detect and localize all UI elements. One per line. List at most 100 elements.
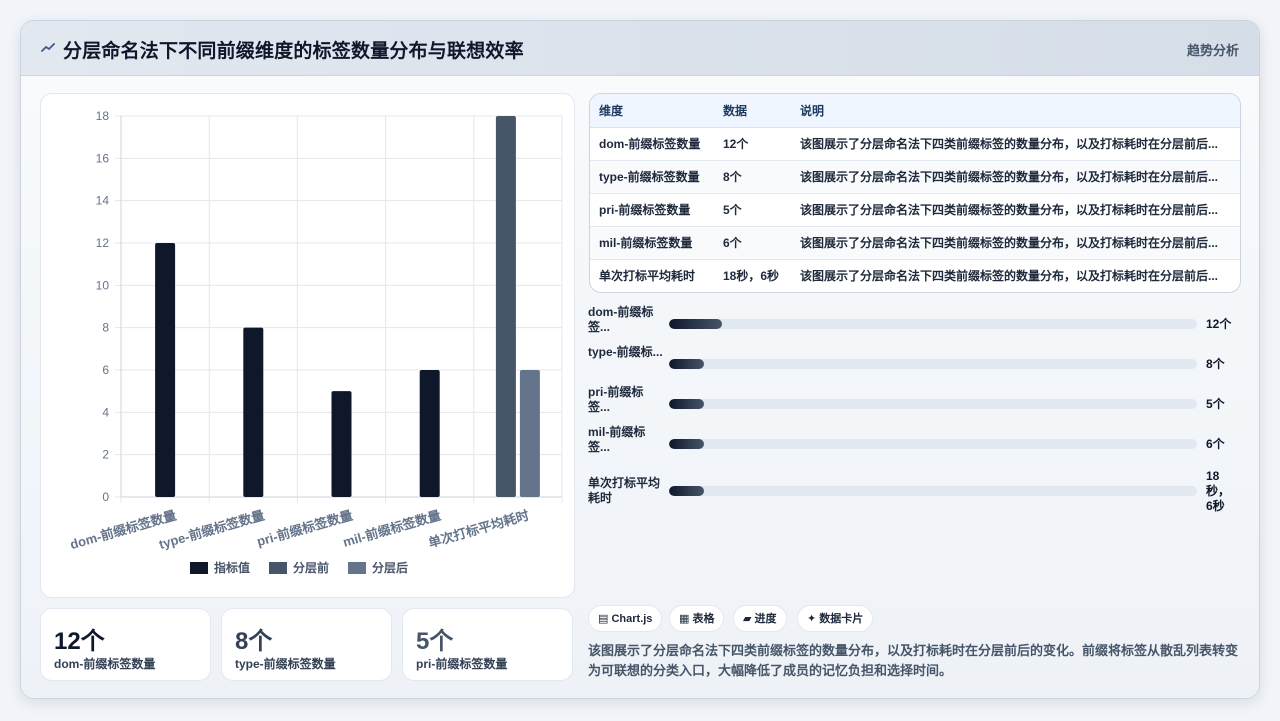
progress-value: 6个 xyxy=(1206,437,1225,451)
progress-label: mil-前缀标签... xyxy=(588,425,646,454)
progress-row: mil-前缀标签... 6个 xyxy=(588,425,1248,465)
progress-icon: ▰ xyxy=(743,613,752,625)
table-cell: 单次打标平均耗时 xyxy=(599,269,696,284)
progress-row: 单次打标平均耗时 18秒，6秒 xyxy=(588,465,1248,515)
chart-description: 该图展示了分层命名法下四类前缀标签的数量分布，以及打标耗时在分层前后的变化。前缀… xyxy=(588,643,1239,678)
table-cell: 该图展示了分层命名法下四类前缀标签的数量分布，以及打标耗时在分层前后... xyxy=(791,193,1240,227)
progress-label: dom-前缀标签... xyxy=(588,305,654,334)
y-tick-label: 14 xyxy=(96,194,110,208)
page-title: 分层命名法下不同前缀维度的标签数量分布与联想效率 xyxy=(63,41,524,62)
table-row: mil-前缀标签数量 6个 该图展示了分层命名法下四类前缀标签的数量分布，以及打… xyxy=(590,226,1240,260)
progress-track xyxy=(669,399,1197,409)
table-cell: mil-前缀标签数量 xyxy=(590,226,714,260)
progress-fill xyxy=(669,319,722,329)
table-cell: 该图展示了分层命名法下四类前缀标签的数量分布，以及打标耗时在分层前后... xyxy=(791,160,1240,194)
x-tick-label: 单次打标平均耗时 xyxy=(427,507,531,550)
stat-label: dom-前缀标签数量 xyxy=(54,657,156,671)
x-tick-label: pri-前缀标签数量 xyxy=(255,507,354,549)
trend-analysis-tag[interactable]: 趋势分析 xyxy=(1187,40,1239,59)
table-pill[interactable]: ▦ 表格 xyxy=(669,605,725,632)
y-tick-label: 12 xyxy=(96,236,110,250)
progress-track xyxy=(669,486,1197,496)
progress-value: 5个 xyxy=(1206,397,1225,411)
bar-chart-svg: 024681012141618dom-前缀标签数量type-前缀标签数量pri-… xyxy=(68,109,563,575)
table-cell: 12个 xyxy=(714,127,791,161)
pill-label: 进度 xyxy=(754,613,777,625)
progress-row: pri-前缀标签... 5个 xyxy=(588,385,1248,425)
column-header-dimension: 维度 xyxy=(590,94,714,128)
y-tick-label: 10 xyxy=(96,278,110,292)
legend-swatch xyxy=(348,562,366,574)
pill-label: 表格 xyxy=(692,613,715,625)
progress-row: dom-前缀标签... 12个 xyxy=(588,305,1248,345)
stat-card-pri: 5个 pri-前缀标签数量 xyxy=(402,608,573,681)
legend-label: 指标值 xyxy=(214,560,250,575)
legend-label: 分层后 xyxy=(372,560,408,575)
stat-label: type-前缀标签数量 xyxy=(235,657,336,671)
legend-swatch xyxy=(190,562,208,574)
bar xyxy=(243,327,264,497)
bar xyxy=(331,391,352,497)
table-cell: type-前缀标签数量 xyxy=(590,160,714,194)
y-tick-label: 16 xyxy=(96,151,110,165)
chart-icon: ▤ xyxy=(598,613,609,625)
trend-icon xyxy=(41,43,55,52)
table-cell: 18秒，6秒 xyxy=(723,269,780,284)
y-tick-label: 4 xyxy=(102,405,109,419)
bar-chart: 0 2 4 6 8 10 12 14 16 18 dom-前缀标签数量 type-前缀标签数量 pri-… xyxy=(40,93,575,598)
bar xyxy=(519,370,540,497)
stat-card-dom: 12个 dom-前缀标签数量 xyxy=(40,608,211,681)
pill-label: Chart.js xyxy=(611,613,653,625)
bar xyxy=(419,370,440,497)
legend-swatch xyxy=(269,562,287,574)
y-tick-label: 0 xyxy=(102,490,109,504)
table-header-row: 维度 数据 说明 xyxy=(590,94,1240,128)
data-table: 维度 数据 说明 dom-前缀标签数量 12个 该图展示了分层命名法下四类前缀标… xyxy=(589,93,1241,293)
chartjs-pill[interactable]: ▤ Chart.js xyxy=(588,605,663,632)
table-cell: 6个 xyxy=(714,226,791,260)
table-row: 单次打标平均耗时 18秒，6秒 该图展示了分层命名法下四类前缀标签的数量分布，以… xyxy=(590,259,1240,292)
progress-fill xyxy=(669,399,704,409)
progress-label: 单次打标平均耗时 xyxy=(588,476,661,505)
bar xyxy=(495,116,516,497)
bar xyxy=(155,243,176,497)
progress-row: type-前缀标... 8个 xyxy=(588,345,1248,385)
column-header-data: 数据 xyxy=(714,94,791,128)
stat-value: 8个 xyxy=(235,628,273,655)
table-cell: pri-前缀标签数量 xyxy=(590,193,714,227)
legend-label: 分层前 xyxy=(293,560,329,575)
progress-fill xyxy=(669,359,704,369)
stat-value: 5个 xyxy=(416,628,454,655)
y-tick-label: 2 xyxy=(102,448,109,462)
progress-value: 12个 xyxy=(1206,317,1232,331)
progress-fill xyxy=(669,439,704,449)
dashboard-card: 分层命名法下不同前缀维度的标签数量分布与联想效率 趋势分析 0 2 4 6 8 10 12 1… xyxy=(20,20,1260,699)
progress-track xyxy=(669,359,1197,369)
table-row: dom-前缀标签数量 12个 该图展示了分层命名法下四类前缀标签的数量分布，以及… xyxy=(590,127,1240,161)
table-cell: 5个 xyxy=(714,193,791,227)
table-row: pri-前缀标签数量 5个 该图展示了分层命名法下四类前缀标签的数量分布，以及打… xyxy=(590,193,1240,227)
y-tick-label: 6 xyxy=(102,363,109,377)
progress-label: type-前缀标... xyxy=(588,345,663,359)
table-cell: 该图展示了分层命名法下四类前缀标签的数量分布，以及打标耗时在分层前后... xyxy=(791,226,1240,260)
progress-pill[interactable]: ▰ 进度 xyxy=(733,605,787,632)
y-tick-label: 18 xyxy=(96,109,110,123)
stat-card-type: 8个 type-前缀标签数量 xyxy=(221,608,392,681)
card-icon: ✦ xyxy=(807,613,817,625)
stat-label: pri-前缀标签数量 xyxy=(416,657,508,671)
table-cell: dom-前缀标签数量 xyxy=(590,127,714,161)
table-icon: ▦ xyxy=(679,613,690,625)
table-row: type-前缀标签数量 8个 该图展示了分层命名法下四类前缀标签的数量分布，以及… xyxy=(590,160,1240,194)
progress-track xyxy=(669,319,1197,329)
progress-label: pri-前缀标签... xyxy=(588,385,644,414)
y-tick-label: 8 xyxy=(102,321,109,335)
x-tick-label: mil-前缀标签数量 xyxy=(341,507,442,549)
progress-track xyxy=(669,439,1197,449)
table-cell: 8个 xyxy=(714,160,791,194)
progress-fill xyxy=(669,486,704,496)
table-cell: 该图展示了分层命名法下四类前缀标签的数量分布，以及打标耗时在分层前后... xyxy=(800,269,1219,284)
stat-value: 12个 xyxy=(54,628,105,655)
data-card-pill[interactable]: ✦ 数据卡片 xyxy=(797,605,874,632)
progress-value: 8个 xyxy=(1206,357,1225,371)
column-header-note: 说明 xyxy=(791,94,1240,128)
